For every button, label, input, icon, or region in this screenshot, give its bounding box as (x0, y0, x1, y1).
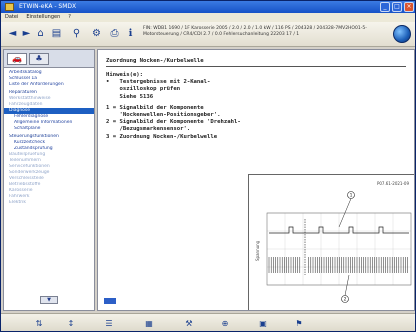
flag-icon[interactable]: ⚑ (291, 318, 307, 330)
chart-icon[interactable]: ▦ (141, 318, 157, 330)
menu-file[interactable]: Datei (5, 13, 18, 22)
minimize-button[interactable]: _ (380, 2, 390, 12)
back-nav-icon[interactable]: ⇅ (31, 318, 47, 330)
document-title: Zuordnung Nocken-/Kurbelwelle (106, 58, 204, 64)
settings-icon[interactable]: ⚙ (91, 28, 102, 40)
document-line: oszilloskop prüfen (106, 86, 181, 93)
car-icon[interactable]: 🚗 (7, 53, 27, 65)
document-line: /Bezugsmarkensensor'. (106, 126, 191, 133)
forward-icon[interactable]: ► (21, 28, 32, 40)
menu-settings[interactable]: Einstellungen (26, 13, 60, 22)
menu-bar: Datei Einstellungen ? (1, 13, 415, 22)
document-line: 'Nockenwellen-Positionsgeber'. (106, 112, 221, 119)
globe-icon[interactable] (393, 25, 411, 43)
back-icon[interactable]: ◄ (7, 28, 18, 40)
app-icon (5, 3, 14, 11)
home-icon[interactable]: ⌂ (35, 28, 46, 40)
document-line: 2 = Signalbild der Komponente 'Drehzahl- (106, 119, 241, 126)
close-button[interactable]: × (404, 2, 414, 12)
up-nav-icon[interactable]: ↕ (63, 318, 79, 330)
toolbar: ◄ ► ⌂ ▤ ⚲ ⚙ ⎙ ℹ FIN: WDB1 1690 / 1F Karo… (1, 22, 415, 47)
zoom-icon[interactable]: ⊕ (217, 318, 233, 330)
document-line: Hinweis(e): (106, 72, 144, 78)
document-line: Siehe 5136 (106, 93, 154, 100)
sidebar-item[interactable]: Elektrik (4, 200, 94, 206)
oscilloscope-figure[interactable]: P07.61-2021-09 Spannung 1 2 (248, 174, 414, 310)
document-body: Hinweis(e): • Testergebnisse mit 2-Kanal-… (106, 72, 241, 141)
oscilloscope-diagram: Spannung 1 2 (255, 191, 412, 303)
info-icon[interactable]: ℹ (125, 28, 136, 40)
maximize-button[interactable]: □ (392, 2, 402, 12)
menu-help[interactable]: ? (68, 13, 71, 22)
window-title: ETWIN-eKA - SMDX (19, 3, 77, 10)
sidebar-item[interactable]: Schaltpläne (4, 126, 94, 132)
sidebar-item[interactable]: Liste der Anforderungen (4, 82, 94, 88)
title-divider (106, 66, 406, 67)
document-pane: Zuordnung Nocken-/Kurbelwelle Hinweis(e)… (97, 49, 415, 311)
callout-2: 2 (344, 297, 347, 303)
list-icon[interactable]: ☰ (101, 318, 117, 330)
sidebar-tree: Arbeitskatalog Schlüssel 1a Liste der Anfo… (4, 68, 94, 208)
document-line: 1 = Signalbild der Komponente (106, 104, 204, 111)
sidebar-tabs: 🚗 ♣ (4, 50, 94, 68)
title-bar: ETWIN-eKA - SMDX _ □ × (1, 1, 415, 13)
callout-1: 1 (350, 193, 353, 199)
document-line: 3 = Zuordnung Nocken-/Kurbelwelle (106, 133, 218, 140)
print-icon[interactable]: ⎙ (109, 28, 120, 40)
figure-reference: P07.61-2021-09 (376, 181, 409, 186)
crankshaft-signal (268, 257, 408, 273)
search-icon[interactable]: ⚲ (71, 28, 82, 40)
tools-icon[interactable]: ⚒ (181, 318, 197, 330)
vehicle-info-line2: Motorsteuerung / CR4/CDI 2.7 / 0.0 Fehle… (143, 32, 300, 37)
document-line: • Testergebnisse mit 2-Kanal- (106, 79, 211, 86)
page-indicator[interactable] (104, 298, 116, 304)
y-axis-label: Spannung (255, 240, 260, 261)
scroll-down-button[interactable]: ▼ (40, 296, 58, 304)
car-status-icon[interactable]: ▣ (255, 318, 271, 330)
grid (267, 212, 411, 286)
bottom-toolbar: ⇅ ↕ ☰ ▦ ⚒ ⊕ ▣ ⚑ (1, 313, 415, 331)
navigation-sidebar: 🚗 ♣ Arbeitskatalog Schlüssel 1a Liste der … (3, 49, 95, 311)
application-window: ETWIN-eKA - SMDX _ □ × Datei Einstellung… (0, 0, 416, 332)
document-icon[interactable]: ▤ (51, 28, 62, 40)
manual-icon[interactable]: ♣ (29, 53, 49, 65)
vehicle-info: FIN: WDB1 1690 / 1F Karosserie 2005 / 2.… (143, 26, 383, 38)
